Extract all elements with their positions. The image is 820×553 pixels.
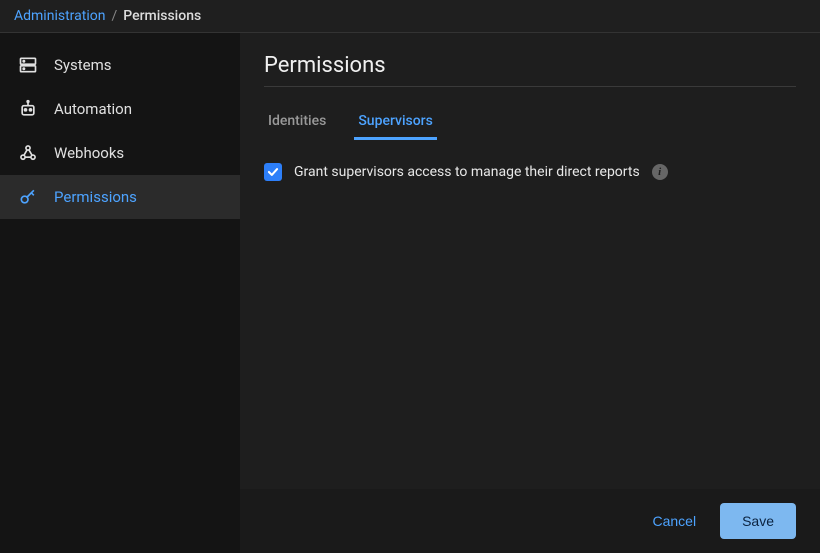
- sidebar-item-label: Automation: [54, 100, 132, 118]
- server-icon: [18, 55, 38, 75]
- cancel-button[interactable]: Cancel: [652, 513, 696, 529]
- breadcrumb-root-link[interactable]: Administration: [14, 8, 105, 24]
- key-icon: [18, 187, 38, 207]
- sidebar-item-label: Permissions: [54, 188, 137, 206]
- footer-actions: Cancel Save: [240, 489, 820, 553]
- webhook-icon: [18, 143, 38, 163]
- main-panel: Permissions Identities Supervisors Grant…: [240, 33, 820, 553]
- tab-supervisors[interactable]: Supervisors: [354, 105, 437, 140]
- tab-identities[interactable]: Identities: [264, 105, 330, 140]
- sidebar-item-automation[interactable]: Automation: [0, 87, 240, 131]
- info-icon[interactable]: i: [652, 164, 668, 180]
- grant-supervisors-label: Grant supervisors access to manage their…: [294, 164, 640, 180]
- sidebar: Systems Automation: [0, 33, 240, 553]
- save-button[interactable]: Save: [720, 503, 796, 539]
- tabs: Identities Supervisors: [264, 105, 796, 141]
- breadcrumb-separator: /: [111, 8, 117, 24]
- option-grant-supervisors: Grant supervisors access to manage their…: [264, 163, 796, 181]
- robot-icon: [18, 99, 38, 119]
- sidebar-item-label: Systems: [54, 56, 112, 74]
- sidebar-item-permissions[interactable]: Permissions: [0, 175, 240, 219]
- grant-supervisors-checkbox[interactable]: [264, 163, 282, 181]
- page-title: Permissions: [264, 53, 796, 87]
- sidebar-item-webhooks[interactable]: Webhooks: [0, 131, 240, 175]
- sidebar-item-systems[interactable]: Systems: [0, 43, 240, 87]
- breadcrumb: Administration / Permissions: [0, 0, 820, 33]
- breadcrumb-current: Permissions: [123, 8, 201, 24]
- sidebar-item-label: Webhooks: [54, 144, 124, 162]
